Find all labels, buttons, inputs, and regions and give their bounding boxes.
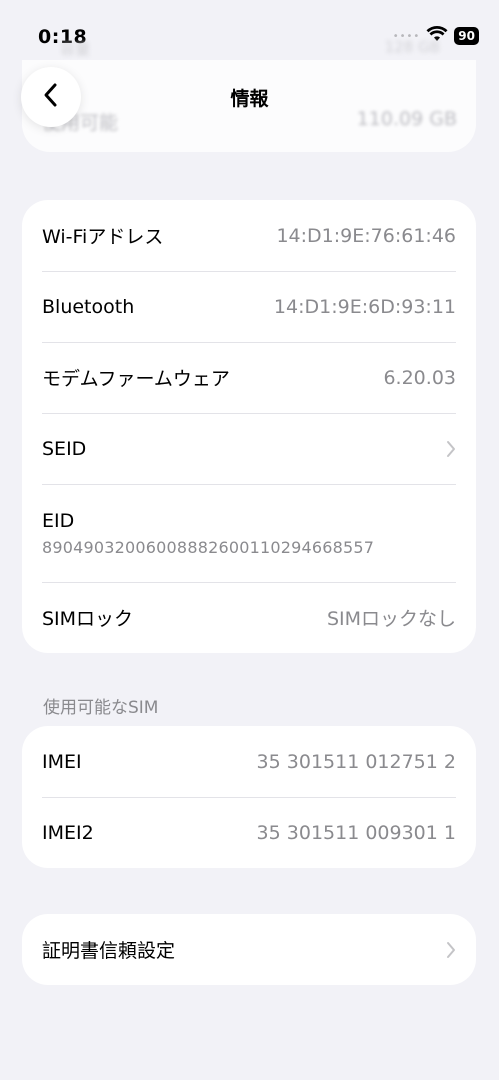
wifi-address-row[interactable]: Wi-Fiアドレス 14:D1:9E:76:61:46 [22, 200, 476, 271]
wifi-address-label: Wi-Fiアドレス [42, 226, 164, 248]
sim-lock-value: SIMロックなし [326, 608, 456, 630]
page-title: 情報 [230, 88, 269, 110]
ghost-available-row: 使用可能 110.09 GB [22, 108, 477, 134]
wifi-address-value: 14:D1:9E:76:61:46 [276, 224, 456, 247]
imei2-value: 35 301511 009301 1 [256, 821, 456, 844]
bluetooth-row[interactable]: Bluetooth 14:D1:9E:6D:93:11 [22, 271, 476, 342]
modem-firmware-row[interactable]: モデムファームウェア 6.20.03 [22, 342, 476, 413]
certificate-card: 証明書信頼設定 [22, 914, 476, 985]
sim-lock-row[interactable]: SIMロック SIMロックなし [22, 582, 476, 653]
eid-label: EID [42, 509, 75, 532]
chevron-right-icon [446, 440, 456, 458]
imei2-row[interactable]: IMEI2 35 301511 009301 1 [22, 797, 476, 868]
imei-label: IMEI [42, 750, 82, 773]
imei-value: 35 301511 012751 2 [256, 750, 456, 773]
bluetooth-value: 14:D1:9E:6D:93:11 [273, 295, 456, 318]
sim-section-header: 使用可能なSIM [43, 698, 159, 718]
eid-value: 89049032006008882600110294668557 [42, 537, 375, 557]
certificate-trust-row[interactable]: 証明書信頼設定 [22, 914, 476, 985]
sim-lock-label: SIMロック [42, 608, 134, 630]
seid-row[interactable]: SEID [22, 413, 476, 484]
bluetooth-label: Bluetooth [42, 295, 135, 318]
network-info-card: Wi-Fiアドレス 14:D1:9E:76:61:46 Bluetooth 14… [22, 200, 476, 653]
chevron-right-icon [446, 941, 456, 959]
modem-firmware-value: 6.20.03 [383, 366, 456, 389]
seid-label: SEID [42, 437, 87, 460]
imei2-label: IMEI2 [42, 821, 94, 844]
ghost-capacity-label: 容量 [60, 40, 91, 58]
sim-card: IMEI 35 301511 012751 2 IMEI2 35 301511 … [22, 726, 476, 868]
modem-firmware-label: モデムファームウェア [42, 368, 230, 390]
ghost-available-value: 110.09 GB [356, 108, 457, 130]
eid-row[interactable]: EID 89049032006008882600110294668557 [22, 484, 476, 582]
ghost-capacity-value: 128 GB [384, 38, 440, 56]
battery-icon: 90 [454, 27, 479, 45]
imei-row[interactable]: IMEI 35 301511 012751 2 [22, 726, 476, 797]
certificate-trust-label: 証明書信頼設定 [42, 940, 176, 962]
